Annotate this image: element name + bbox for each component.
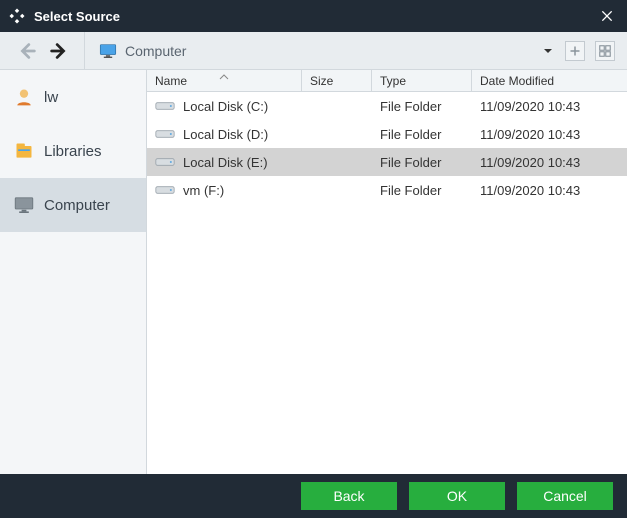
monitor-icon xyxy=(14,195,34,215)
forward-arrow-button[interactable] xyxy=(48,40,70,62)
row-type: File Folder xyxy=(372,183,472,198)
file-list: Name Size Type Date Modified Local Disk … xyxy=(147,70,627,474)
column-headers: Name Size Type Date Modified xyxy=(147,70,627,92)
drive-icon xyxy=(155,100,175,112)
drive-icon xyxy=(155,184,175,196)
cancel-button[interactable]: Cancel xyxy=(517,482,613,510)
row-type: File Folder xyxy=(372,99,472,114)
sort-asc-icon xyxy=(219,69,229,83)
column-date[interactable]: Date Modified xyxy=(472,70,627,91)
sidebar-item-user[interactable]: lw xyxy=(0,70,146,124)
row-type: File Folder xyxy=(372,127,472,142)
sidebar-item-libraries[interactable]: Libraries xyxy=(0,124,146,178)
window-title: Select Source xyxy=(34,9,120,24)
user-icon xyxy=(14,87,34,107)
row-name: Local Disk (D:) xyxy=(183,127,268,142)
column-type-label: Type xyxy=(380,74,406,88)
table-row[interactable]: Local Disk (D:) File Folder11/09/2020 10:… xyxy=(147,120,627,148)
body: lw Libraries Computer Name Size Type xyxy=(0,70,627,474)
footer: Back OK Cancel xyxy=(0,474,627,518)
column-date-label: Date Modified xyxy=(480,74,554,88)
row-date: 11/09/2020 10:43 xyxy=(472,183,627,198)
column-type[interactable]: Type xyxy=(372,70,472,91)
back-button[interactable]: Back xyxy=(301,482,397,510)
table-row[interactable]: vm (F:) File Folder11/09/2020 10:43 xyxy=(147,176,627,204)
sidebar-item-computer[interactable]: Computer xyxy=(0,178,146,232)
drive-icon xyxy=(155,128,175,140)
ok-button[interactable]: OK xyxy=(409,482,505,510)
sidebar-item-label: Computer xyxy=(44,197,110,214)
view-grid-button[interactable] xyxy=(595,41,615,61)
table-row[interactable]: Local Disk (C:) File Folder11/09/2020 10:… xyxy=(147,92,627,120)
breadcrumb[interactable]: Computer xyxy=(85,32,541,69)
titlebar: Select Source xyxy=(0,0,627,32)
rows-container: Local Disk (C:)File Folder11/09/2020 10:… xyxy=(147,92,627,474)
row-name: Local Disk (E:) xyxy=(183,155,268,170)
sidebar: lw Libraries Computer xyxy=(0,70,147,474)
sidebar-item-label: Libraries xyxy=(44,143,102,160)
column-size-label: Size xyxy=(310,74,333,88)
sidebar-item-label: lw xyxy=(44,89,58,106)
column-name[interactable]: Name xyxy=(147,70,302,91)
column-size[interactable]: Size xyxy=(302,70,372,91)
row-date: 11/09/2020 10:43 xyxy=(472,99,627,114)
row-date: 11/09/2020 10:43 xyxy=(472,155,627,170)
row-name: vm (F:) xyxy=(183,183,224,198)
row-date: 11/09/2020 10:43 xyxy=(472,127,627,142)
drive-icon xyxy=(155,156,175,168)
close-button[interactable] xyxy=(595,4,619,28)
breadcrumb-label: Computer xyxy=(125,43,186,59)
table-row[interactable]: Local Disk (E:) File Folder11/09/2020 10:… xyxy=(147,148,627,176)
nav-arrows xyxy=(6,32,85,69)
row-name: Local Disk (C:) xyxy=(183,99,268,114)
toolbar-right xyxy=(541,41,621,61)
column-name-label: Name xyxy=(155,74,187,88)
toolbar: Computer xyxy=(0,32,627,70)
monitor-icon xyxy=(99,44,117,58)
app-logo-icon xyxy=(8,7,26,25)
row-type: File Folder xyxy=(372,155,472,170)
libraries-icon xyxy=(14,141,34,161)
dropdown-button[interactable] xyxy=(541,44,555,58)
back-arrow-button[interactable] xyxy=(16,40,38,62)
add-button[interactable] xyxy=(565,41,585,61)
